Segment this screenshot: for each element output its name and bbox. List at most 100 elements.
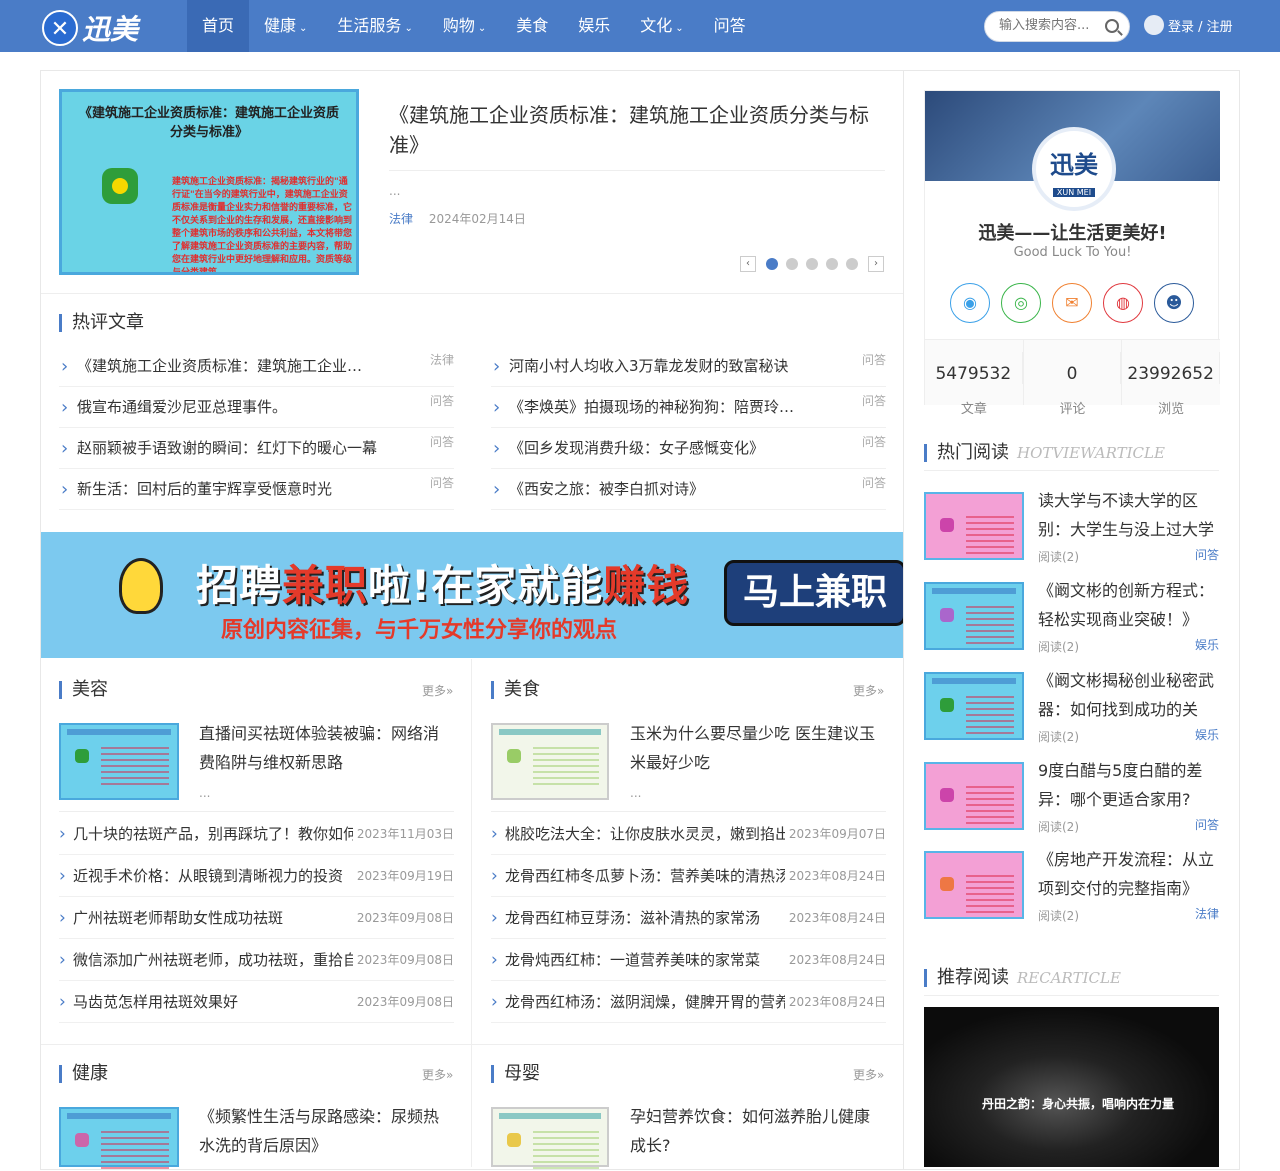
stat-comments: 0 评论	[1024, 340, 1123, 417]
divider	[41, 1044, 903, 1045]
slide-date: 2024年02月14日	[428, 212, 526, 226]
login-link[interactable]: 登录 / 注册	[1144, 15, 1233, 35]
thumbnail[interactable]	[491, 1107, 609, 1171]
chevron-down-icon: ⌄	[404, 23, 413, 34]
feature-title[interactable]: 孕妇营养饮食：如何滋养胎儿健康成长?	[630, 1102, 880, 1160]
recommend-caption: 丹田之韵：身心共振，唱响内在力量	[982, 1097, 1175, 1111]
list-item[interactable]: 微信添加广州祛斑老师，成功祛斑，重拾自信2023年09月08日	[59, 939, 454, 981]
list-item[interactable]: 马齿苋怎样用祛斑效果好2023年09月08日	[59, 981, 454, 1023]
slide-title[interactable]: 《建筑施工企业资质标准：建筑施工企业资质分类与标准》	[389, 100, 885, 160]
slider-dot[interactable]	[766, 258, 778, 270]
site-stats: 5479532 文章 0 评论 23992652 浏览	[925, 339, 1221, 417]
slide-excerpt: ...	[389, 184, 401, 198]
nav-item-health[interactable]: 健康 ⌄	[249, 0, 322, 52]
nav-item-qa[interactable]: 问答	[699, 0, 761, 52]
divider	[491, 811, 886, 812]
divider	[924, 470, 1219, 471]
list-item[interactable]: 新生活：回村后的董宇辉享受惬意时光问答	[59, 469, 454, 510]
list-item[interactable]: 广州祛斑老师帮助女性成功祛斑2023年09月08日	[59, 897, 454, 939]
search-input[interactable]	[999, 18, 1099, 33]
column-divider	[471, 1044, 472, 1167]
section-title-beauty: 美容	[59, 681, 108, 699]
banner-headline: 招聘兼职啦!在家就能赚钱	[196, 561, 690, 610]
thumbnail[interactable]	[491, 723, 609, 800]
list-item[interactable]: 河南小村人均收入3万靠龙发财的致富秘诀问答	[491, 346, 886, 387]
thumbnail[interactable]	[59, 1107, 179, 1171]
feature-title[interactable]: 《频繁性生活与尿路感染：尿频热水洗的背后原因》	[199, 1102, 449, 1160]
list-item[interactable]: 近视手术价格：从眼镜到清晰视力的投资2023年09月19日	[59, 855, 454, 897]
section-title-hot-view: 热门阅读 HOTVIEWARTICLE	[924, 444, 1165, 462]
beauty-list: 几十块的祛斑产品，别再踩坑了！教你如何挑选2023年11月03日 近视手术价格：…	[59, 813, 454, 1023]
thumbnail[interactable]	[59, 723, 179, 800]
nav-item-home[interactable]: 首页	[187, 0, 250, 52]
list-item[interactable]: 《回乡发现消费升级：女子感慨变化》问答	[491, 428, 886, 469]
divider	[389, 170, 885, 171]
list-item[interactable]: 《建筑施工企业资质标准：建筑施工企业资质分类与标准》法律	[59, 346, 454, 387]
slider-dot[interactable]	[846, 258, 858, 270]
qq-icon[interactable]: ◉	[950, 283, 990, 323]
stat-views: 23992652 浏览	[1122, 340, 1221, 417]
nav-item-food[interactable]: 美食	[501, 0, 563, 52]
search-box	[984, 11, 1130, 42]
slider-dot[interactable]	[786, 258, 798, 270]
slide-category[interactable]: 法律	[389, 212, 413, 226]
thumbnail	[924, 582, 1024, 650]
hot-view-item[interactable]: 读大学与不读大学的区别：大学生与没上过大学的人的差异阅读(2)问答	[924, 491, 1219, 572]
nav-item-life-service[interactable]: 生活服务 ⌄	[322, 0, 427, 52]
more-link[interactable]: 更多»	[853, 1066, 884, 1083]
hot-comment-list-right: 河南小村人均收入3万靠龙发财的致富秘诀问答 《李焕英》拍摄现场的神秘狗狗：陪贾玲…	[491, 346, 886, 510]
more-link[interactable]: 更多»	[422, 682, 453, 699]
nav-item-culture[interactable]: 文化 ⌄	[625, 0, 698, 52]
list-item[interactable]: 龙骨西红柿冬瓜萝卜汤：营养美味的清热汤品2023年08月24日	[491, 855, 886, 897]
weibo-icon[interactable]: ◍	[1103, 283, 1143, 323]
thumbnail	[924, 762, 1024, 830]
slider-dot[interactable]	[806, 258, 818, 270]
slide-meta: 法律 2024年02月14日	[389, 210, 526, 227]
nav-item-entertainment[interactable]: 娱乐	[563, 0, 625, 52]
list-item[interactable]: 龙骨炖西红柿：一道营养美味的家常菜2023年08月24日	[491, 939, 886, 981]
search-icon[interactable]	[1105, 19, 1119, 33]
slide-image-body: 建筑施工企业资质标准：揭秘建筑行业的"通行证"在当今的建筑行业中，建筑施工企业资…	[172, 177, 352, 272]
list-item[interactable]: 几十块的祛斑产品，别再踩坑了！教你如何挑选2023年11月03日	[59, 813, 454, 855]
more-link[interactable]: 更多»	[853, 682, 884, 699]
more-link[interactable]: 更多»	[422, 1066, 453, 1083]
banner-cta-button[interactable]: 马上兼职	[724, 560, 903, 626]
slider-pagination: ‹ ›	[740, 256, 884, 272]
list-item[interactable]: 龙骨西红柿豆芽汤：滋补清热的家常汤2023年08月24日	[491, 897, 886, 939]
slider-dot[interactable]	[826, 258, 838, 270]
slide-image[interactable]: 《建筑施工企业资质标准：建筑施工企业资质分类与标准》 建筑施工企业资质标准：揭秘…	[59, 89, 359, 275]
chevron-right-icon[interactable]: ›	[868, 256, 884, 272]
feature-excerpt: ...	[630, 786, 642, 800]
hot-comment-list-left: 《建筑施工企业资质标准：建筑施工企业资质分类与标准》法律 俄宣布通缉爱沙尼亚总理…	[59, 346, 454, 510]
site-logo[interactable]: ✕ 迅美	[42, 6, 152, 46]
list-item[interactable]: 俄宣布通缉爱沙尼亚总理事件。问答	[59, 387, 454, 428]
list-item[interactable]: 龙骨西红柿汤：滋阴润燥，健脾开胃的营养汤2023年08月24日	[491, 981, 886, 1023]
mail-icon[interactable]: ✉	[1052, 283, 1092, 323]
list-item[interactable]: 《李焕英》拍摄现场的神秘狗狗：陪贾玲的暖心伙伴问答	[491, 387, 886, 428]
list-item[interactable]: 桃胶吃法大全：让你皮肤水灵灵，嫩到掐出水2023年09月07日	[491, 813, 886, 855]
ad-banner[interactable]: 招聘兼职啦!在家就能赚钱 原创内容征集，与千万女性分享你的观点 马上兼职 ▲▲▲…	[41, 532, 903, 658]
section-title-food: 美食	[491, 681, 540, 699]
social-links: ◉ ◎ ✉ ◍ ☻	[950, 283, 1205, 323]
list-item[interactable]: 赵丽颖被手语致谢的瞬间：红灯下的暖心一幕问答	[59, 428, 454, 469]
hot-view-item[interactable]: 《阚文彬的创新方程式：轻松实现商业突破！》 阅读(2) 娱乐	[924, 581, 1219, 662]
wechat-icon[interactable]: ◎	[1001, 283, 1041, 323]
user-icon[interactable]: ☻	[1154, 283, 1194, 323]
slide-image-title: 《建筑施工企业资质标准：建筑施工企业资质分类与标准》	[78, 106, 339, 140]
chevron-left-icon[interactable]: ‹	[740, 256, 756, 272]
list-item[interactable]: 《西安之旅：被李白抓对诗》问答	[491, 469, 886, 510]
divider	[59, 811, 454, 812]
hot-view-item[interactable]: 9度白醋与5度白醋的差异：哪个更适合家用? 阅读(2) 问答	[924, 761, 1219, 842]
hot-view-item[interactable]: 《阚文彬揭秘创业秘密武器：如何找到成功的关键》阅读(2)娱乐	[924, 671, 1219, 752]
column-divider	[471, 659, 472, 1044]
main-nav: 首页 健康 ⌄ 生活服务 ⌄ 购物 ⌄ 美食 娱乐 文化 ⌄ 问答	[187, 0, 761, 52]
nav-item-shopping[interactable]: 购物 ⌄	[428, 0, 501, 52]
recommend-image[interactable]: 丹田之韵：身心共振，唱响内在力量	[924, 1007, 1219, 1167]
stat-articles: 5479532 文章	[925, 340, 1024, 417]
feature-title[interactable]: 直播间买祛斑体验装被骗：网络消费陷阱与维权新思路	[199, 719, 449, 777]
feature-title[interactable]: 玉米为什么要尽量少吃 医生建议玉米最好少吃	[630, 719, 880, 777]
avatar: 迅美 XUN MEI	[1032, 127, 1116, 211]
section-title-baby: 母婴	[491, 1065, 540, 1083]
hot-view-item[interactable]: 《房地产开发流程：从立项到交付的完整指南》 阅读(2) 法律	[924, 850, 1219, 931]
chevron-down-icon: ⌄	[675, 23, 684, 34]
